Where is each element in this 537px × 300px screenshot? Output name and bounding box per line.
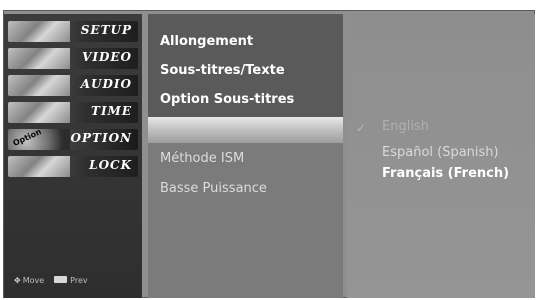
option-icon-text: Option <box>11 129 43 148</box>
tab-label: TIME <box>91 104 132 118</box>
menu-item-sous-titres-texte[interactable]: Sous-titres/Texte <box>160 63 285 78</box>
tab-label: OPTION <box>70 131 132 145</box>
menu-item-allongement[interactable]: Allongement <box>160 34 253 49</box>
footer-hints: ✥ Move Prev <box>14 276 88 285</box>
category-column: SETUP VIDEO AUDIO TIME Option OPTION LOC… <box>4 14 142 298</box>
menu-item-basse-puissance[interactable]: Basse Puissance <box>160 181 267 196</box>
video-icon <box>8 48 70 69</box>
move-label: Move <box>22 276 45 285</box>
tab-label: LOCK <box>89 158 132 172</box>
lock-icon <box>8 156 70 177</box>
tab-label: SETUP <box>80 23 132 37</box>
move-arrows-icon: ✥ <box>14 276 21 285</box>
language-option-spanish[interactable]: Español (Spanish) <box>382 145 499 160</box>
tab-time[interactable]: TIME <box>8 102 138 123</box>
menu-key-icon <box>54 276 68 283</box>
prev-hint: Prev <box>54 276 88 285</box>
tab-setup[interactable]: SETUP <box>8 21 138 42</box>
move-hint: ✥ Move <box>14 276 44 285</box>
audio-icon <box>8 75 70 96</box>
menu-bottom-section <box>148 143 343 298</box>
option-icon: Option <box>8 129 70 150</box>
time-icon <box>8 102 70 123</box>
language-option-english[interactable]: English <box>382 119 429 134</box>
tab-label: VIDEO <box>82 50 132 64</box>
language-option-french[interactable]: Français (French) <box>382 166 509 181</box>
setup-icon <box>8 21 70 42</box>
tab-lock[interactable]: LOCK <box>8 156 138 177</box>
tab-audio[interactable]: AUDIO <box>8 75 138 96</box>
prev-label: Prev <box>70 276 88 285</box>
check-icon: ✓ <box>356 121 367 135</box>
tab-option[interactable]: Option OPTION <box>8 129 138 150</box>
menu-selection-bar <box>148 117 343 143</box>
menu-item-option-sous-titres[interactable]: Option Sous-titres <box>160 92 294 107</box>
tab-video[interactable]: VIDEO <box>8 48 138 69</box>
tab-label: AUDIO <box>80 77 132 91</box>
menu-item-methode-ism[interactable]: Méthode ISM <box>160 151 244 166</box>
